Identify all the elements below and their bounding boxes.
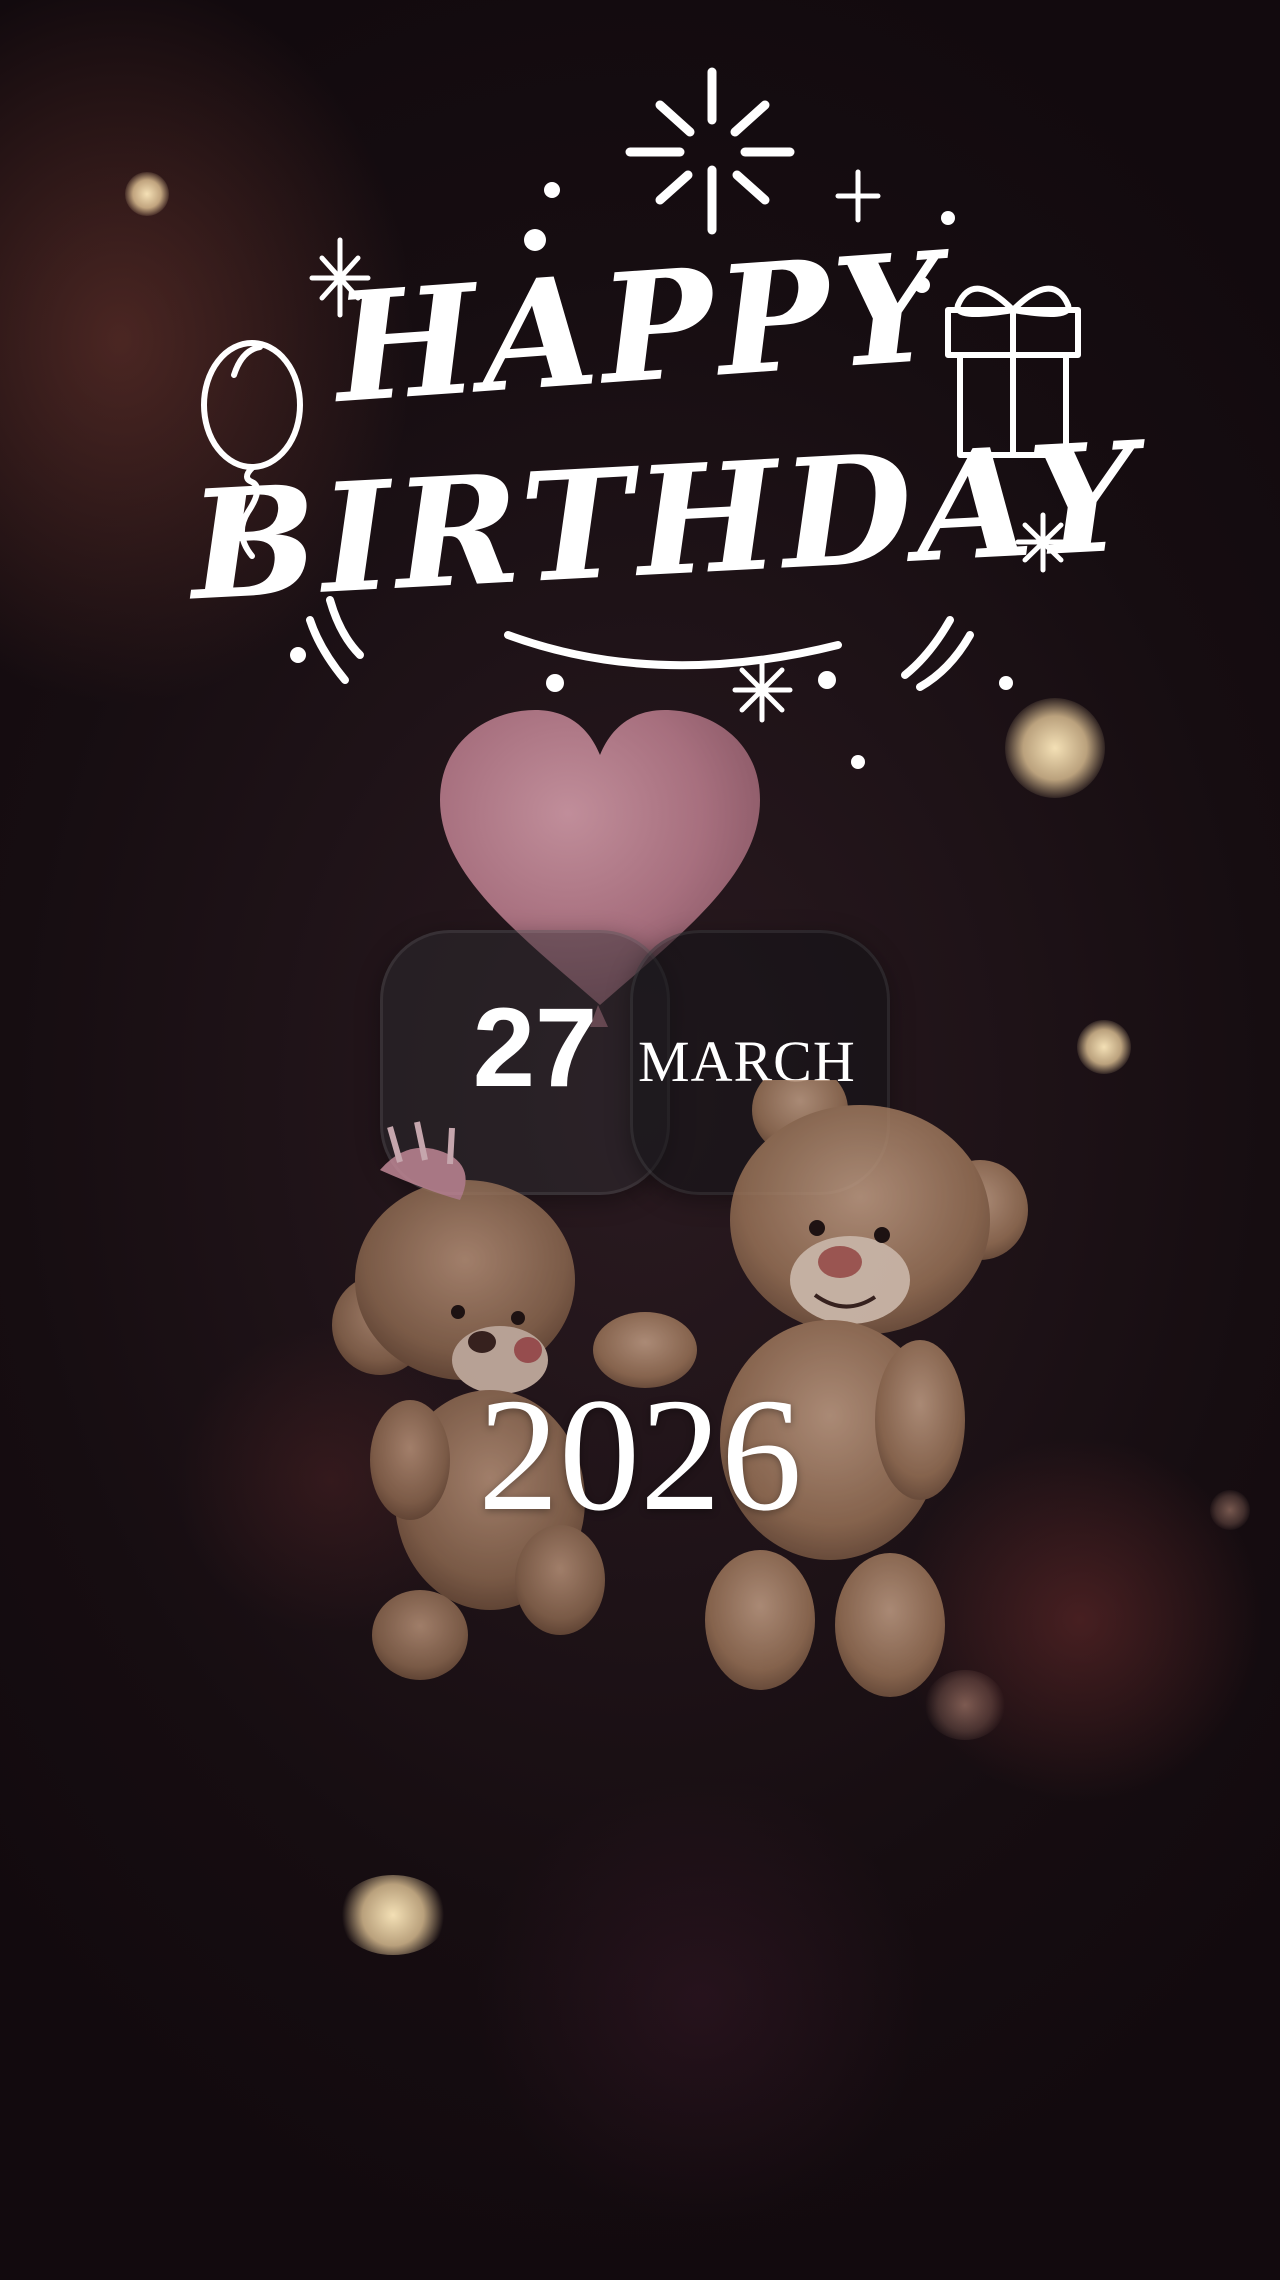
happy-birthday-lettering: HAPPY BIRTHDAY: [186, 60, 1144, 780]
bokeh-light: [338, 1875, 448, 1955]
bokeh-light: [1077, 1020, 1131, 1074]
bokeh-light: [125, 172, 169, 216]
bokeh-light: [1210, 1490, 1250, 1530]
sparkle-icon: [625, 67, 795, 235]
wallpaper-background: HAPPY BIRTHDAY 27 MARCH 2026: [0, 0, 1280, 2280]
year-text: 2026: [478, 1366, 802, 1545]
